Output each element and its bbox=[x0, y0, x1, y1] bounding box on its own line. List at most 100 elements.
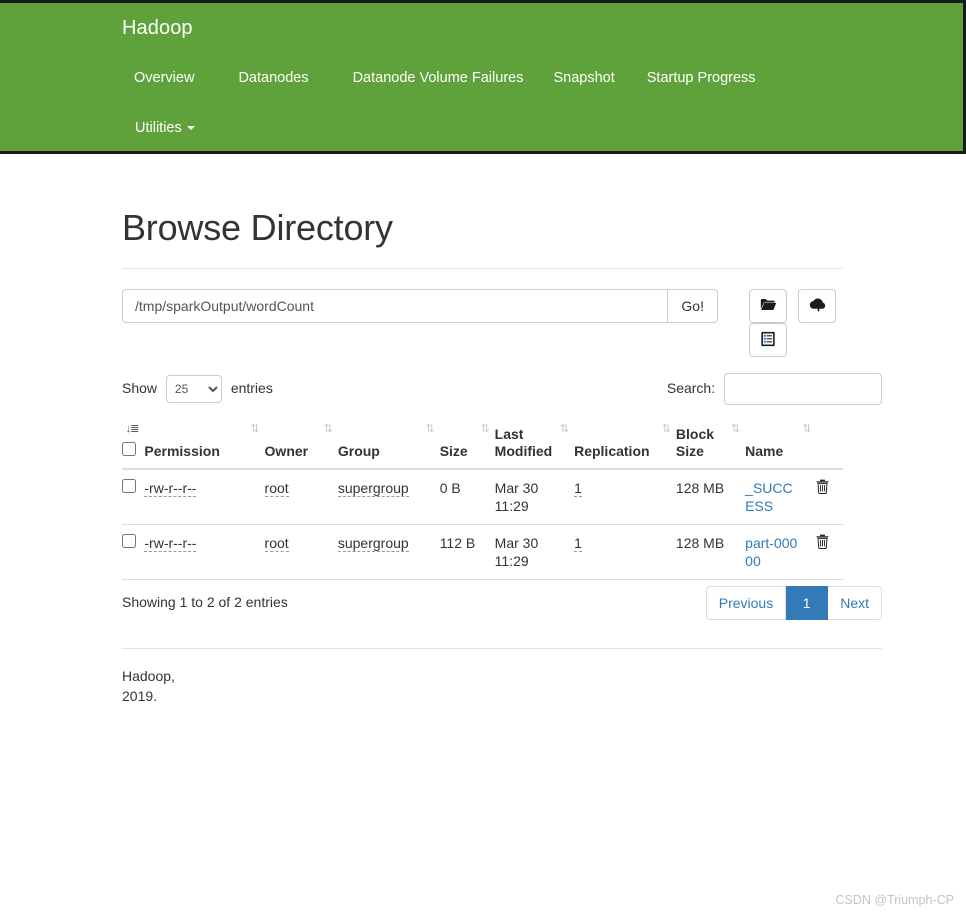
entries-info: Showing 1 to 2 of 2 entries bbox=[122, 594, 288, 610]
cell-replication: 1 bbox=[574, 469, 676, 525]
file-name-link[interactable]: part-00000 bbox=[745, 535, 797, 569]
navbar-links-secondary: Utilities bbox=[135, 117, 195, 139]
column-header-owner[interactable]: ⇅ Owner bbox=[264, 418, 338, 470]
search-input[interactable] bbox=[724, 373, 882, 406]
watermark: CSDN @Triumph-CP bbox=[835, 893, 955, 907]
column-label-owner: Owner bbox=[264, 443, 309, 459]
cell-replication: 1 bbox=[574, 524, 676, 580]
upload-files-button[interactable] bbox=[798, 289, 837, 323]
chevron-down-icon bbox=[186, 126, 195, 130]
nav-link-overview[interactable]: Overview bbox=[134, 67, 194, 89]
replication-value[interactable]: 1 bbox=[574, 535, 582, 552]
sort-both-icon[interactable]: ⇅ bbox=[802, 424, 811, 435]
show-label: Show bbox=[122, 380, 158, 396]
row-checkbox[interactable] bbox=[122, 479, 136, 493]
navbar-brand[interactable]: Hadoop bbox=[122, 16, 193, 40]
column-header-replication[interactable]: ⇅ Replication bbox=[574, 418, 676, 470]
column-label-size: Size bbox=[439, 443, 468, 459]
owner-value[interactable]: root bbox=[264, 535, 289, 552]
nav-dropdown-utilities[interactable]: Utilities bbox=[135, 117, 195, 139]
group-value[interactable]: supergroup bbox=[337, 480, 409, 497]
content-wrapper: Browse Directory Go! bbox=[122, 154, 882, 706]
sort-both-icon[interactable]: ⇅ bbox=[324, 424, 333, 435]
permission-value[interactable]: -rw-r--r-- bbox=[144, 480, 197, 497]
trash-icon[interactable] bbox=[816, 534, 829, 553]
column-header-select-all[interactable]: ↓≣ bbox=[122, 418, 145, 470]
owner-value[interactable]: root bbox=[264, 480, 289, 497]
folder-open-icon bbox=[760, 297, 777, 315]
row-checkbox[interactable] bbox=[122, 534, 136, 548]
nav-dropdown-utilities-label: Utilities bbox=[135, 120, 182, 136]
cell-delete bbox=[816, 469, 843, 525]
nav-link-datanodes[interactable]: Datanodes bbox=[238, 67, 308, 89]
column-header-size[interactable]: ⇅ Size bbox=[439, 418, 495, 470]
cell-permission: -rw-r--r-- bbox=[144, 469, 265, 525]
path-action-row-2 bbox=[749, 323, 869, 357]
replication-value[interactable]: 1 bbox=[574, 480, 582, 497]
column-header-name[interactable]: ⇅ Name bbox=[745, 418, 817, 470]
search-filter-control: Search: bbox=[666, 371, 882, 406]
group-value[interactable]: supergroup bbox=[337, 535, 409, 552]
path-toolbar: Go! bbox=[122, 289, 882, 371]
sort-both-icon[interactable]: ⇅ bbox=[480, 424, 489, 435]
entries-length-control: Show 25 entries bbox=[122, 371, 273, 405]
cell-last-modified: Mar 30 11:29 bbox=[494, 524, 575, 580]
select-all-checkbox[interactable] bbox=[122, 442, 136, 456]
pagination: Previous 1 Next bbox=[705, 586, 882, 620]
cell-group: supergroup bbox=[337, 524, 440, 580]
column-header-actions bbox=[816, 418, 843, 470]
cell-group: supergroup bbox=[337, 469, 440, 525]
nav-link-snapshot[interactable]: Snapshot bbox=[553, 67, 614, 89]
column-header-group[interactable]: ⇅ Group bbox=[337, 418, 440, 470]
trash-icon[interactable] bbox=[816, 479, 829, 498]
pagination-page-1-button[interactable]: 1 bbox=[786, 586, 829, 620]
cell-name: _SUCCESS bbox=[745, 469, 817, 525]
create-directory-button[interactable] bbox=[749, 289, 787, 323]
column-label-last-modified: Last Modified bbox=[494, 426, 553, 459]
cell-size: 112 B bbox=[439, 524, 495, 580]
column-label-group: Group bbox=[337, 443, 380, 459]
sort-both-icon[interactable]: ⇅ bbox=[560, 424, 569, 435]
column-header-permission[interactable]: ⇅ Permission bbox=[144, 418, 265, 470]
sort-both-icon[interactable]: ⇅ bbox=[731, 424, 740, 435]
cell-delete bbox=[816, 524, 843, 580]
column-header-last-modified[interactable]: ⇅ Last Modified bbox=[494, 418, 575, 470]
go-button[interactable]: Go! bbox=[667, 289, 718, 323]
table-body: -rw-r--r-- root supergroup 0 B Mar 30 11… bbox=[122, 469, 843, 580]
search-label: Search: bbox=[666, 380, 716, 396]
cell-name: part-00000 bbox=[745, 524, 817, 580]
page-footer: Hadoop, 2019. bbox=[122, 648, 882, 706]
column-label-block-size: Block Size bbox=[675, 426, 715, 459]
clipboard-list-icon bbox=[760, 331, 776, 350]
file-name-link[interactable]: _SUCCESS bbox=[745, 480, 792, 514]
sort-both-icon[interactable]: ⇅ bbox=[250, 424, 259, 435]
pagination-next-button[interactable]: Next bbox=[828, 586, 882, 620]
navbar-links-primary: Overview Datanodes Datanode Volume Failu… bbox=[134, 67, 800, 89]
cut-paste-button[interactable] bbox=[749, 323, 787, 357]
cell-owner: root bbox=[264, 524, 338, 580]
column-header-block-size[interactable]: ⇅ Block Size bbox=[675, 418, 746, 470]
nav-link-datanode-volume-failures[interactable]: Datanode Volume Failures bbox=[353, 67, 524, 89]
sort-both-icon[interactable]: ⇅ bbox=[662, 424, 671, 435]
footer-line-1: Hadoop, bbox=[122, 668, 175, 684]
sort-both-icon[interactable]: ⇅ bbox=[425, 424, 434, 435]
directory-listing-table: ↓≣ ⇅ Permission ⇅ Owner ⇅ Group ⇅ Size ⇅… bbox=[122, 418, 843, 580]
sort-ascending-icon[interactable]: ↓≣ bbox=[126, 424, 140, 435]
page-length-select[interactable]: 25 bbox=[165, 375, 222, 404]
permission-value[interactable]: -rw-r--r-- bbox=[144, 535, 197, 552]
cloud-upload-icon bbox=[809, 297, 826, 315]
row-select-cell bbox=[122, 524, 145, 580]
page-title: Browse Directory bbox=[122, 207, 393, 248]
title-divider bbox=[122, 268, 843, 269]
column-label-replication: Replication bbox=[574, 443, 650, 459]
footer-line-2: 2019. bbox=[122, 688, 158, 704]
path-action-buttons bbox=[749, 289, 869, 357]
directory-path-input[interactable] bbox=[122, 289, 668, 323]
nav-link-startup-progress[interactable]: Startup Progress bbox=[647, 67, 756, 89]
cell-last-modified: Mar 30 11:29 bbox=[494, 469, 575, 525]
cell-size: 0 B bbox=[439, 469, 495, 525]
cell-permission: -rw-r--r-- bbox=[144, 524, 265, 580]
path-action-row-1 bbox=[749, 289, 869, 323]
pagination-previous-button[interactable]: Previous bbox=[705, 586, 787, 620]
cell-block-size: 128 MB bbox=[675, 469, 746, 525]
